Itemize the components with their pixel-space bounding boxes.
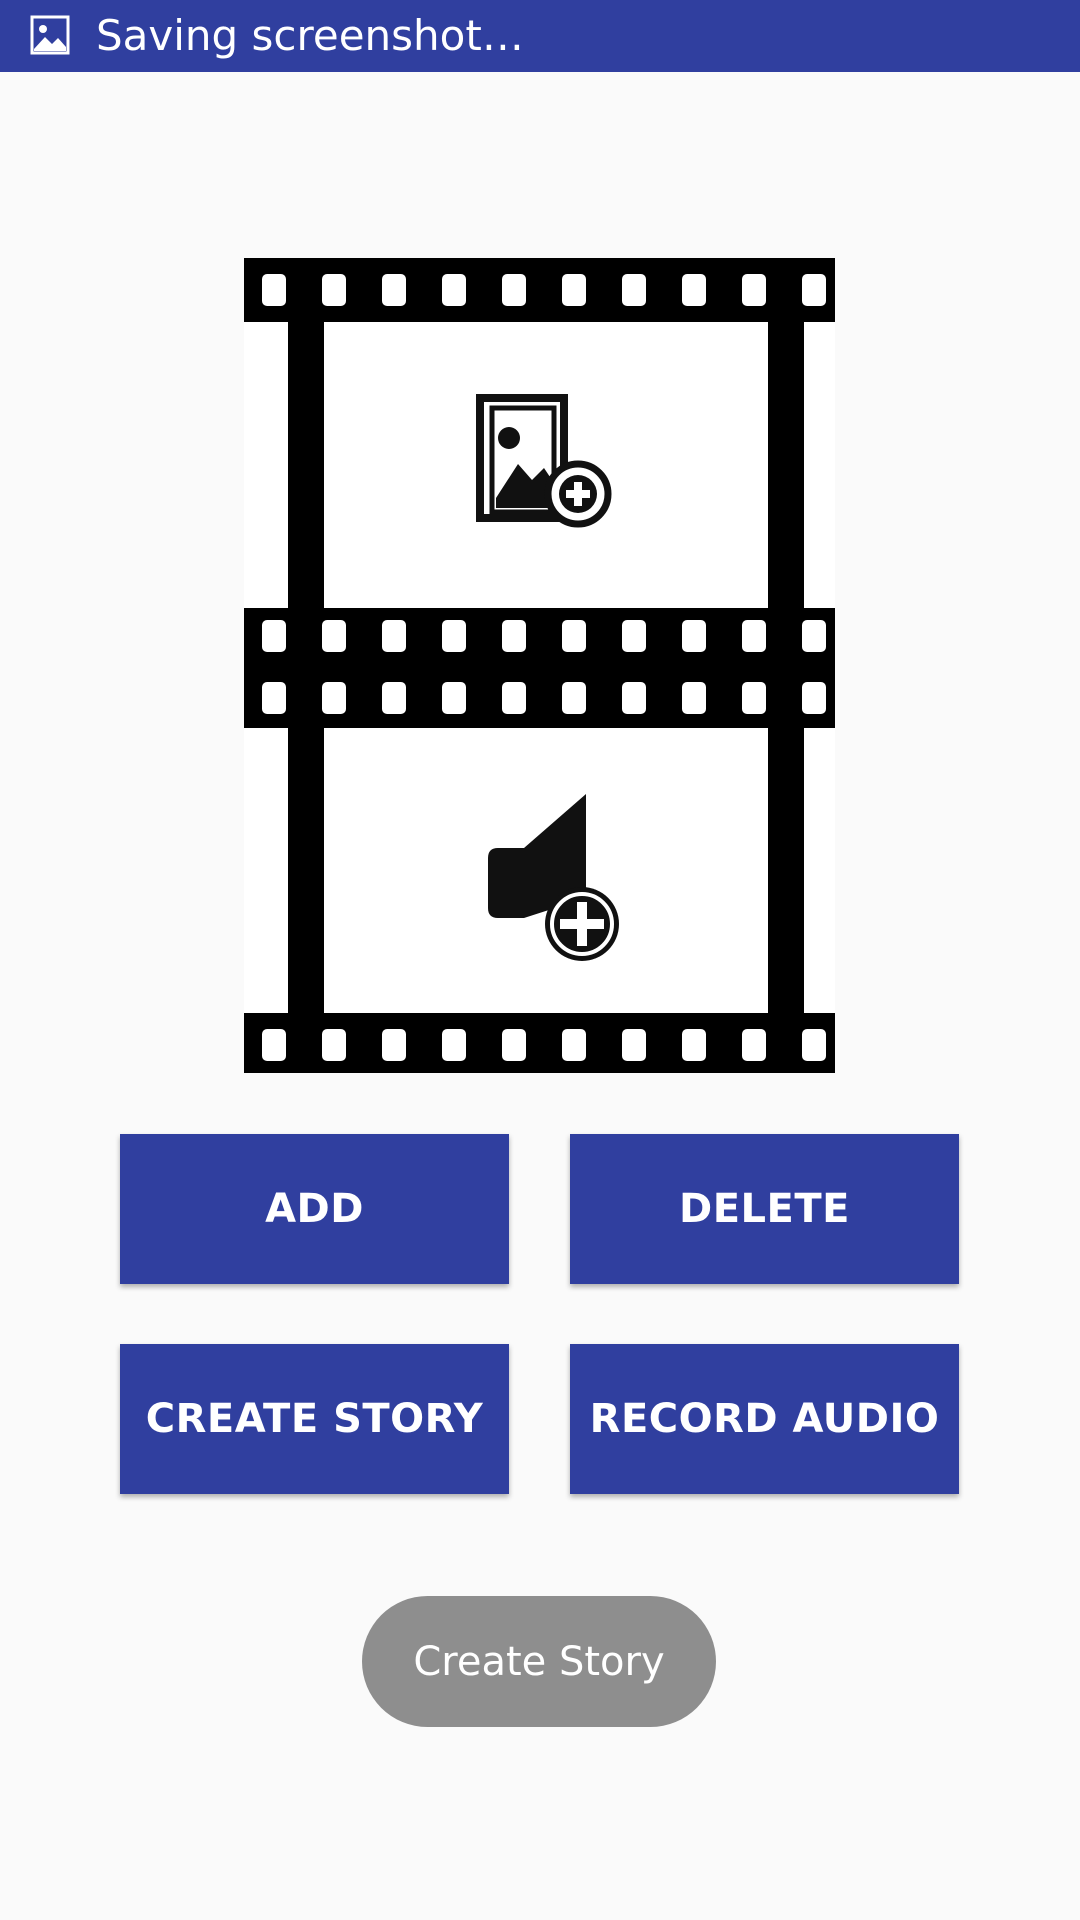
delete-button[interactable]: DELETE [570,1134,959,1284]
story-board-image[interactable] [244,258,835,1073]
create-story-button[interactable]: CREATE STORY [120,1344,509,1494]
create-story-pill-button[interactable]: Create Story [362,1596,716,1727]
add-button[interactable]: ADD [120,1134,509,1284]
image-icon [30,15,70,55]
status-bar: Saving screenshot… [0,0,1080,72]
record-audio-button[interactable]: RECORD AUDIO [570,1344,959,1494]
status-text: Saving screenshot… [96,11,524,60]
